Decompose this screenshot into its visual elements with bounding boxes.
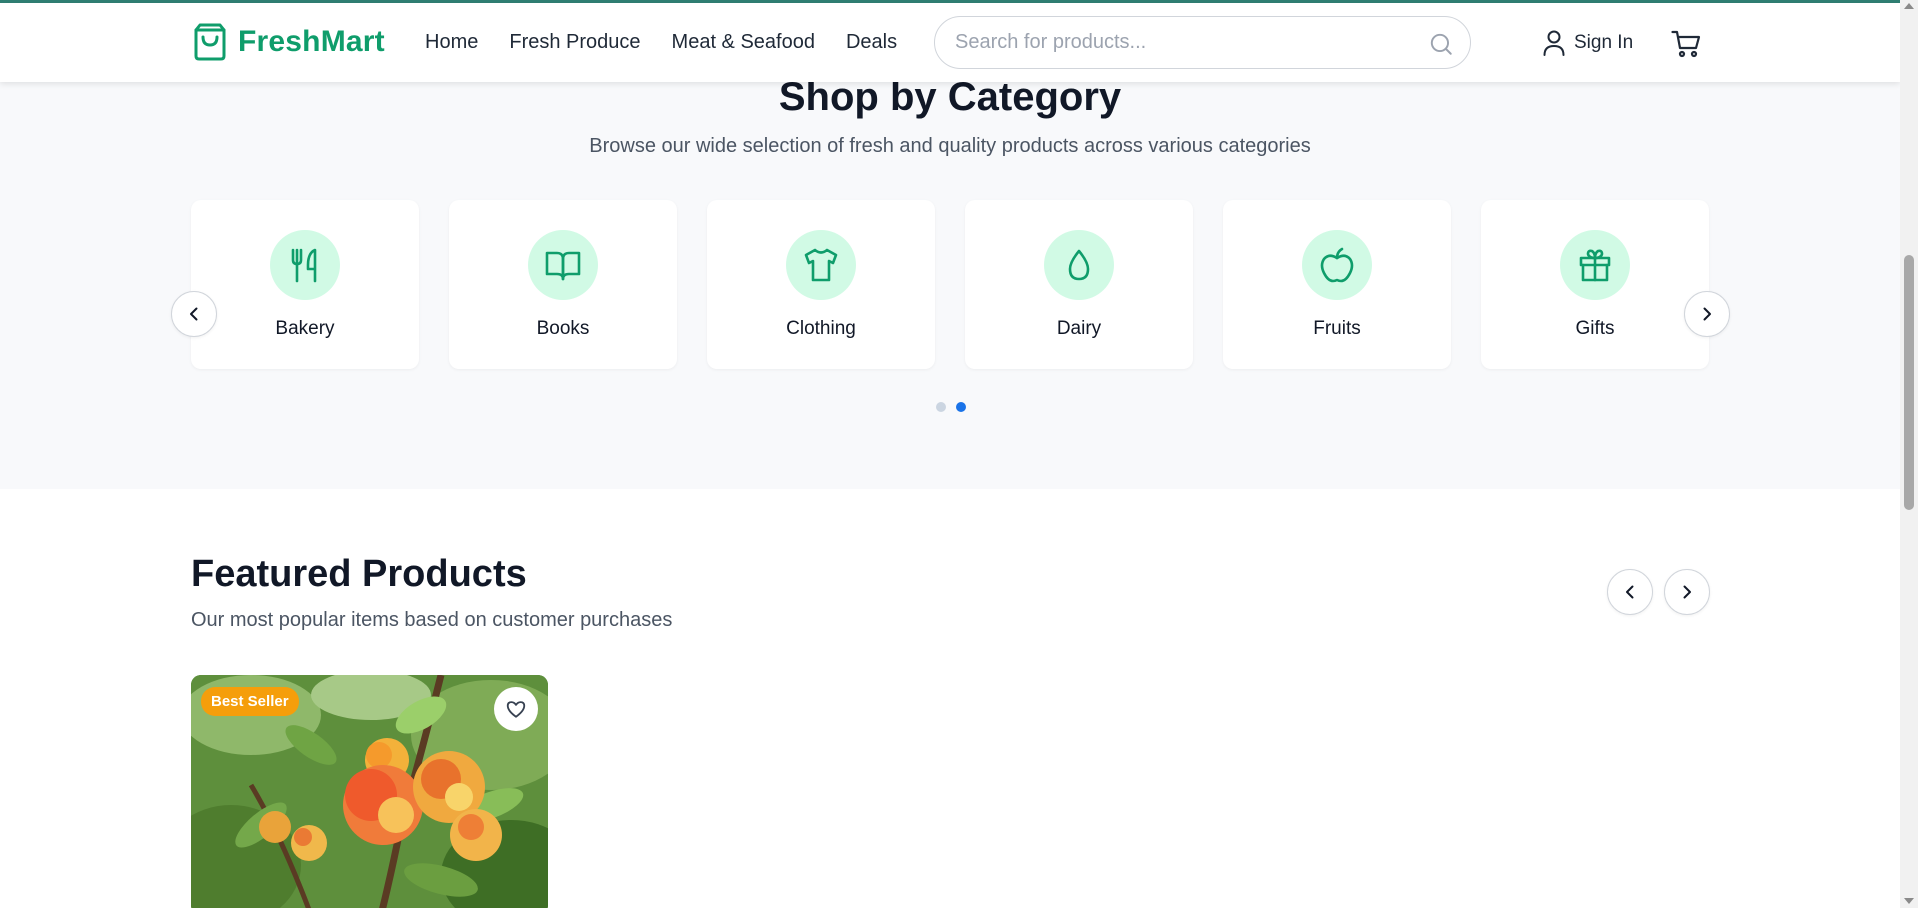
cart-icon[interactable] [1671, 29, 1701, 59]
category-icon-bg [1302, 230, 1372, 300]
user-icon [1543, 30, 1565, 56]
featured-next-button[interactable] [1664, 569, 1710, 615]
shop-by-category-section: Shop by Category Browse our wide selecti… [0, 75, 1900, 489]
chevron-right-icon [1703, 307, 1711, 321]
search-icon[interactable] [1428, 31, 1454, 57]
wishlist-button[interactable] [494, 687, 538, 731]
category-prev-button[interactable] [171, 291, 217, 337]
category-card-clothing[interactable]: Clothing [707, 200, 935, 369]
category-section-subtitle: Browse our wide selection of fresh and q… [589, 135, 1311, 157]
chevron-left-icon [190, 307, 198, 321]
category-card-fruits[interactable]: Fruits [1223, 200, 1451, 369]
gift-icon [1579, 249, 1611, 282]
category-card-gifts[interactable]: Gifts [1481, 200, 1709, 369]
category-label: Clothing [786, 318, 856, 339]
product-card[interactable]: Best Seller [191, 675, 548, 908]
shirt-icon [804, 248, 838, 282]
main-nav: Home Fresh Produce Meat & Seafood Deals [425, 31, 897, 54]
category-icon-bg [528, 230, 598, 300]
nav-fresh-produce[interactable]: Fresh Produce [509, 31, 640, 54]
scroll-down-arrow-icon[interactable] [1904, 898, 1914, 904]
sign-in-button[interactable]: Sign In [1542, 29, 1633, 57]
page: FreshMart Home Fresh Produce Meat & Seaf… [0, 0, 1900, 908]
brand-name: FreshMart [238, 25, 385, 58]
category-label: Fruits [1313, 318, 1361, 339]
category-icon-bg [1044, 230, 1114, 300]
category-carousel: Bakery Books Clothing Dairy Fruits Gifts [191, 200, 1709, 369]
book-open-icon [545, 251, 581, 281]
featured-prev-button[interactable] [1607, 569, 1653, 615]
category-icon-bg [786, 230, 856, 300]
best-seller-badge: Best Seller [201, 687, 299, 716]
category-card-books[interactable]: Books [449, 200, 677, 369]
apple-icon [1320, 247, 1354, 283]
featured-section-subtitle: Our most popular items based on customer… [191, 609, 673, 631]
category-pagination [936, 402, 966, 412]
nav-home[interactable]: Home [425, 31, 478, 54]
scroll-up-arrow-icon[interactable] [1904, 3, 1914, 9]
category-label: Books [536, 318, 590, 339]
pagination-dot[interactable] [936, 402, 946, 412]
category-icon-bg [270, 230, 340, 300]
heart-icon [506, 701, 526, 718]
sign-in-label: Sign In [1574, 32, 1634, 53]
header: FreshMart Home Fresh Produce Meat & Seaf… [0, 3, 1900, 82]
category-next-button[interactable] [1684, 291, 1730, 337]
chevron-left-icon [1626, 585, 1634, 599]
utensils-icon [291, 248, 317, 283]
category-label: Bakery [275, 318, 335, 339]
category-label: Gifts [1575, 318, 1615, 339]
droplet-icon [1068, 249, 1090, 281]
pagination-dot-active[interactable] [956, 402, 966, 412]
category-card-bakery[interactable]: Bakery [191, 200, 419, 369]
page-scrollbar[interactable] [1900, 0, 1918, 908]
featured-section-title: Featured Products [191, 553, 527, 595]
shopping-bag-icon [194, 23, 226, 61]
search-input[interactable] [935, 31, 1405, 54]
chevron-right-icon [1683, 585, 1691, 599]
category-icon-bg [1560, 230, 1630, 300]
logo[interactable]: FreshMart [192, 22, 385, 62]
scrollbar-thumb[interactable] [1904, 255, 1914, 510]
search-bar [934, 16, 1471, 69]
nav-meat-seafood[interactable]: Meat & Seafood [672, 31, 815, 54]
category-card-dairy[interactable]: Dairy [965, 200, 1193, 369]
nav-deals[interactable]: Deals [846, 31, 897, 54]
category-label: Dairy [1056, 318, 1102, 339]
